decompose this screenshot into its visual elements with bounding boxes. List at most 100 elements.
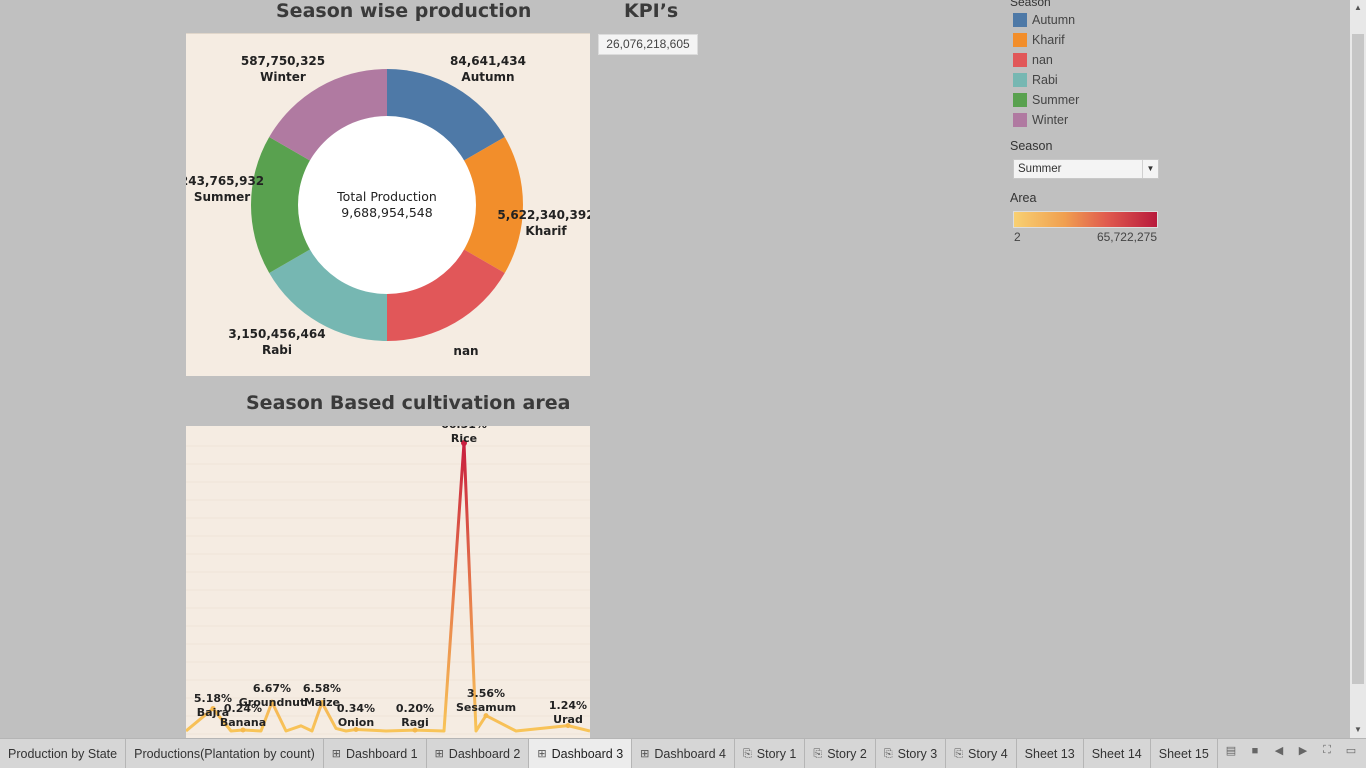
point-crop-label: Urad bbox=[553, 713, 583, 726]
tab-label: Dashboard 1 bbox=[346, 746, 418, 761]
slice-category-label: Autumn bbox=[461, 70, 514, 84]
legend-item-kharif[interactable]: Kharif bbox=[1010, 30, 1170, 50]
tab-dashboard-2[interactable]: ⊞ Dashboard 2 bbox=[427, 738, 530, 768]
slice-value-label: 3,150,456,464 bbox=[228, 327, 325, 341]
next-sheet-icon[interactable]: ▶ bbox=[1296, 744, 1310, 757]
point-percent-label: 0.20% bbox=[396, 702, 434, 715]
tab-label: Dashboard 4 bbox=[654, 746, 726, 761]
tab-dashboard-3[interactable]: ⊞ Dashboard 3 bbox=[529, 738, 633, 768]
sheet-tab-bar: Production by State Productions(Plantatio… bbox=[0, 738, 1366, 768]
legend-swatch bbox=[1013, 93, 1027, 107]
cultivation-area-title: Season Based cultivation area bbox=[246, 392, 571, 414]
point-crop-label: Sesamum bbox=[456, 701, 516, 714]
tab-label: Sheet 14 bbox=[1091, 746, 1142, 761]
tab-controls: ▤ ■ ◀ ▶ ⛶ ▭ bbox=[1224, 744, 1358, 757]
fullscreen-icon[interactable]: ⛶ bbox=[1320, 744, 1334, 757]
tab-label: Story 1 bbox=[756, 746, 797, 761]
point-percent-label: 6.67% bbox=[253, 682, 291, 695]
slice-value-label: 587,750,325 bbox=[241, 54, 325, 68]
slice-category-label: Summer bbox=[194, 190, 250, 204]
story-icon: ⎘ bbox=[813, 747, 823, 760]
scroll-up-icon[interactable]: ▲ bbox=[1350, 0, 1366, 16]
slice-category-label: Winter bbox=[260, 70, 306, 84]
tab-story-4[interactable]: ⎘ Story 4 bbox=[946, 738, 1017, 768]
slice-category-label: Rabi bbox=[262, 343, 292, 357]
point-percent-label: 3.56% bbox=[467, 687, 505, 700]
tab-label: Sheet 15 bbox=[1158, 746, 1209, 761]
tab-story-1[interactable]: ⎘ Story 1 bbox=[735, 738, 806, 768]
season-production-title: Season wise production bbox=[276, 0, 532, 22]
tab-label: Sheet 13 bbox=[1024, 746, 1075, 761]
tab-productions-plantation-by-count[interactable]: Productions(Plantation by count) bbox=[126, 738, 324, 768]
tab-production-by-state[interactable]: Production by State bbox=[0, 738, 127, 768]
story-icon: ⎘ bbox=[954, 747, 964, 760]
slice-category-label: Kharif bbox=[525, 224, 567, 238]
point-percent-label: 0.34% bbox=[337, 702, 375, 715]
story-icon: ⎘ bbox=[883, 747, 893, 760]
dashboard-icon: ⊞ bbox=[434, 747, 444, 760]
slice-value-label: 243,765,932 bbox=[186, 174, 264, 188]
point-crop-label: Onion bbox=[338, 716, 374, 729]
legend-item-summer[interactable]: Summer bbox=[1010, 90, 1170, 110]
legend-label: Rabi bbox=[1032, 73, 1058, 87]
legend-swatch bbox=[1013, 113, 1027, 127]
donut-center-value: 9,688,954,548 bbox=[341, 205, 432, 220]
dashboard-icon: ⊞ bbox=[331, 747, 341, 760]
season-filter-dropdown[interactable]: Summer ▼ bbox=[1013, 159, 1159, 179]
legend-label: Autumn bbox=[1032, 13, 1076, 27]
legend-label: Kharif bbox=[1032, 33, 1065, 47]
tab-label: Story 4 bbox=[968, 746, 1008, 761]
point-crop-label: Banana bbox=[220, 716, 266, 729]
tab-sheet-15[interactable]: Sheet 15 bbox=[1151, 738, 1218, 768]
area-line-series[interactable] bbox=[186, 441, 590, 733]
story-icon: ⎘ bbox=[742, 747, 752, 760]
cultivation-area-line-chart[interactable]: 5.18% Bajra 0.24% Banana 6.67% Groundnut 6.58%… bbox=[186, 426, 590, 738]
legend-item-rabi[interactable]: Rabi bbox=[1010, 70, 1170, 90]
legend-swatch bbox=[1013, 73, 1027, 87]
line-svg: 5.18%Bajra0.24%Banana6.67%Groundnut6.58%… bbox=[186, 426, 590, 735]
tab-label: Dashboard 2 bbox=[448, 746, 521, 761]
season-production-donut-chart[interactable]: Total Production 9,688,954,548 84,641,43… bbox=[180, 33, 595, 376]
legend-swatch bbox=[1013, 13, 1027, 27]
show-filmstrip-icon[interactable]: ▤ bbox=[1224, 744, 1238, 757]
tab-story-2[interactable]: ⎘ Story 2 bbox=[805, 738, 876, 768]
legend-item-winter[interactable]: Winter bbox=[1010, 110, 1170, 130]
legend-swatch bbox=[1013, 53, 1027, 67]
kpi-total-value: 26,076,218,605 bbox=[598, 34, 698, 55]
area-max-value: 65,722,275 bbox=[1096, 230, 1157, 244]
season-filter-value: Summer bbox=[1018, 163, 1062, 175]
point-crop-label: Maize bbox=[304, 696, 340, 709]
legend-item-nan[interactable]: nan bbox=[1010, 50, 1170, 70]
previous-sheet-icon[interactable]: ◀ bbox=[1272, 744, 1286, 757]
dashboard-icon: ⊞ bbox=[537, 747, 547, 760]
tab-label: Story 3 bbox=[897, 746, 938, 761]
tab-dashboard-4[interactable]: ⊞ Dashboard 4 bbox=[632, 738, 735, 768]
tab-label: Production by State bbox=[8, 746, 118, 761]
legend-label: nan bbox=[1032, 53, 1053, 67]
legend-header: Season bbox=[1010, 0, 1051, 9]
point-percent-label: 66.51% bbox=[441, 426, 487, 431]
tab-sheet-13[interactable]: Sheet 13 bbox=[1017, 738, 1084, 768]
tab-dashboard-1[interactable]: ⊞ Dashboard 1 bbox=[324, 738, 427, 768]
tab-sheet-14[interactable]: Sheet 14 bbox=[1084, 738, 1151, 768]
legend-item-autumn[interactable]: Autumn bbox=[1010, 10, 1170, 30]
slice-value-label: 5,622,340,392 bbox=[497, 208, 590, 222]
scrollbar-thumb[interactable] bbox=[1352, 34, 1364, 684]
point-percent-label: 1.24% bbox=[549, 699, 587, 712]
scroll-down-icon[interactable]: ▼ bbox=[1350, 722, 1366, 738]
tab-story-3[interactable]: ⎘ Story 3 bbox=[876, 738, 947, 768]
season-filter-label: Season bbox=[1010, 139, 1053, 153]
tab-label: Story 2 bbox=[827, 746, 867, 761]
tab-label: Productions(Plantation by count) bbox=[134, 746, 315, 761]
dashboard-icon: ⊞ bbox=[640, 747, 650, 760]
show-sheet-icon[interactable]: ■ bbox=[1248, 745, 1262, 757]
tab-label: Dashboard 3 bbox=[551, 746, 624, 761]
area-min-value: 2 bbox=[1014, 230, 1021, 244]
chevron-down-icon[interactable]: ▼ bbox=[1142, 160, 1158, 178]
point-crop-label: Rice bbox=[451, 432, 477, 445]
area-color-gradient bbox=[1013, 211, 1158, 228]
point-percent-label: 6.58% bbox=[303, 682, 341, 695]
slice-category-label: nan bbox=[453, 344, 478, 358]
slice-value-label: 84,641,434 bbox=[450, 54, 526, 68]
presentation-mode-icon[interactable]: ▭ bbox=[1344, 744, 1358, 757]
